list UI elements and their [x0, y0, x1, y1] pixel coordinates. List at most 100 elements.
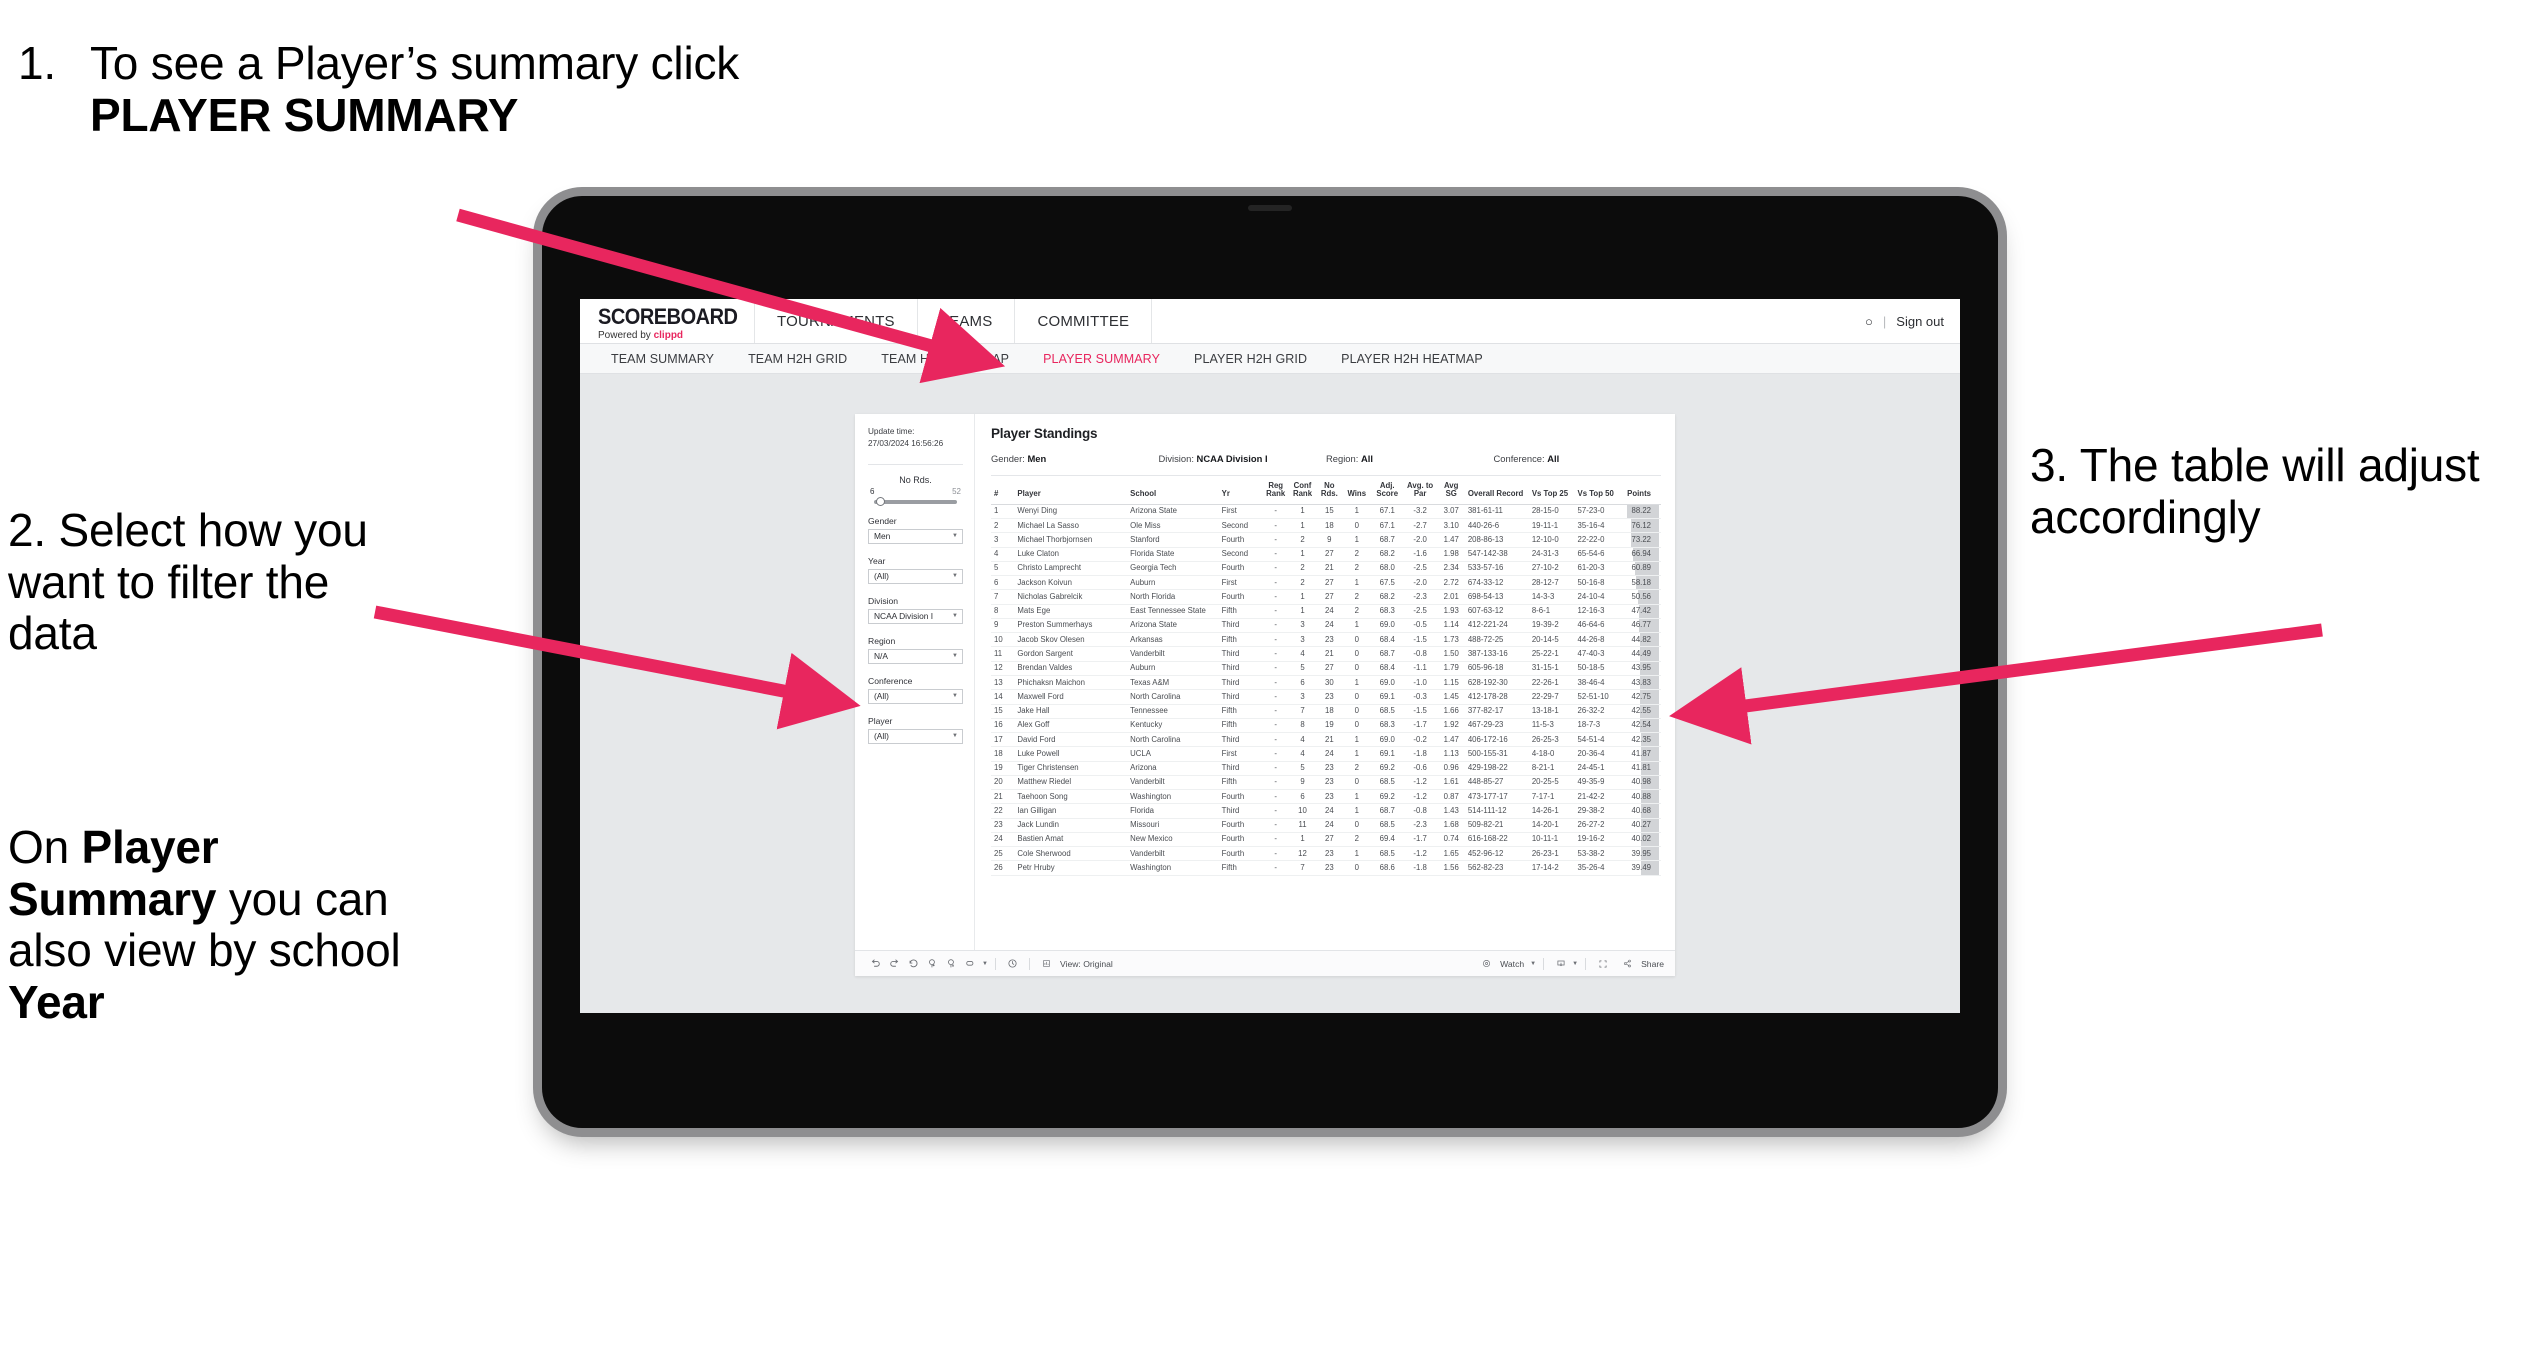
table-row[interactable]: 10 Jacob Skov Olesen Arkansas Fifth -3 23 0 68.…	[991, 632, 1661, 648]
cell-player: Michael La Sasso	[1015, 518, 1129, 534]
download-icon[interactable]	[1551, 959, 1570, 969]
tab-team-h2h-heatmap[interactable]: TEAM H2H HEATMAP	[864, 352, 1026, 366]
col-adj-score[interactable]: Adj. Score	[1370, 476, 1404, 505]
col-overall-rec[interactable]: Overall Record	[1465, 476, 1530, 505]
col-vs-top-50[interactable]: Vs Top 50	[1575, 476, 1622, 505]
gender-select[interactable]: Men ▼	[868, 528, 963, 544]
col-player[interactable]: Player	[1015, 476, 1129, 505]
header-row: # Player School Yr Reg Rank Conf Rank No…	[991, 476, 1661, 505]
table-row[interactable]: 6 Jackson Koivun Auburn First -2 27 1 67.5 -2.0 2…	[991, 575, 1661, 591]
table-row[interactable]: 24 Bastien Amat New Mexico Fourth -1 27 2 69.4-…	[991, 832, 1661, 848]
col-avg-to-par[interactable]: Avg. to Par	[1403, 476, 1437, 505]
cell-avg-to-par: -1.5	[1403, 632, 1437, 648]
player-select[interactable]: (All) ▼	[868, 728, 963, 744]
undo-icon[interactable]	[866, 958, 885, 969]
highlight-icon[interactable]	[961, 958, 980, 969]
chevron-down-icon[interactable]: ▼	[1572, 961, 1578, 967]
tab-team-summary[interactable]: TEAM SUMMARY	[594, 352, 731, 366]
table-row[interactable]: 15 Jake Hall Tennessee Fifth -7 18 0 68.5 -1.5 1.…	[991, 704, 1661, 719]
col-conf-rank[interactable]: Conf Rank	[1289, 476, 1316, 505]
col-wins[interactable]: Wins	[1342, 476, 1371, 505]
user-avatar-icon[interactable]: ○	[1865, 314, 1873, 329]
table-row[interactable]: 4 Luke Claton Florida State Second -1 27 2 68.2…	[991, 547, 1661, 562]
table-row[interactable]: 17 David Ford North Carolina Third -4 21 1 69.0…	[991, 732, 1661, 748]
cell-adj-score: 69.0	[1370, 732, 1404, 748]
cell-school: Florida	[1128, 803, 1220, 819]
revert-icon[interactable]	[904, 958, 923, 969]
watch-button[interactable]: Watch ▼	[1477, 959, 1536, 969]
slider-handle[interactable]	[876, 497, 885, 507]
app-logo[interactable]: SCOREBOARD Powered by clippd	[580, 299, 755, 343]
cell-rank: 12	[991, 661, 1016, 677]
division-select[interactable]: NCAA Division I ▼	[868, 608, 963, 624]
nav-teams[interactable]: TEAMS	[918, 299, 1016, 343]
cell-overall-record: 698-54-13	[1465, 589, 1530, 605]
cell-avg-sg: 3.07	[1436, 504, 1466, 520]
table-row[interactable]: 22 Ian Gilligan Florida Third -10 24 1 68.7 -0.8…	[991, 803, 1661, 819]
table-row[interactable]: 14 Maxwell Ford North Carolina Third -3 23 0 69…	[991, 689, 1661, 705]
table-row[interactable]: 9 Preston Summerhays Arizona State Third -3 2…	[991, 618, 1661, 634]
tab-team-h2h-grid[interactable]: TEAM H2H GRID	[731, 352, 864, 366]
table-row[interactable]: 3 Michael Thorbjornsen Stanford Fourth -2 9 1 6…	[991, 532, 1661, 548]
cell-reg-rank: -	[1262, 604, 1290, 619]
col-reg-rank[interactable]: Reg Rank	[1262, 476, 1290, 505]
cell-school: Arizona	[1128, 761, 1220, 776]
col-no-rds[interactable]: No Rds.	[1315, 476, 1343, 505]
chevron-down-icon[interactable]: ▼	[982, 961, 988, 967]
cell-points: 41.87	[1621, 746, 1661, 762]
cell-adj-score: 68.7	[1370, 646, 1404, 662]
table-row[interactable]: 11 Gordon Sargent Vanderbilt Third -4 21 0 68.7…	[991, 646, 1661, 662]
tab-player-summary[interactable]: PLAYER SUMMARY	[1026, 352, 1177, 366]
sign-out-link[interactable]: Sign out	[1896, 314, 1944, 329]
cell-points: 88.22	[1621, 504, 1661, 520]
view-original-button[interactable]: View: Original	[1037, 959, 1113, 969]
col-rank[interactable]: #	[991, 476, 1016, 505]
share-button[interactable]: Share	[1618, 959, 1664, 969]
table-row[interactable]: 12 Brendan Valdes Auburn Third -5 27 0 68.4 -1.1…	[991, 661, 1661, 677]
cell-player: Luke Powell	[1015, 746, 1129, 762]
region-select[interactable]: N/A ▼	[868, 648, 963, 664]
callout-1-text: To see a Player’s summary click	[90, 37, 740, 89]
nav-tournaments[interactable]: TOURNAMENTS	[755, 299, 918, 343]
cell-adj-score: 68.3	[1370, 604, 1404, 619]
year-select[interactable]: (All) ▼	[868, 568, 963, 584]
table-row[interactable]: 20 Matthew Riedel Vanderbilt Fifth -9 23 0 68.5…	[991, 775, 1661, 791]
col-school[interactable]: School	[1128, 476, 1220, 505]
standings-table-scroll[interactable]: # Player School Yr Reg Rank Conf Rank No…	[991, 476, 1661, 950]
nav-committee[interactable]: COMMITTEE	[1015, 299, 1153, 343]
cell-conf-rank: 1	[1289, 547, 1316, 562]
pause-auto-update-icon[interactable]	[923, 958, 942, 969]
cell-wins: 1	[1342, 575, 1371, 591]
table-row[interactable]: 1 Wenyi Ding Arizona State First -1 15 1 67.1 -3…	[991, 504, 1661, 520]
table-row[interactable]: 25 Cole Sherwood Vanderbilt Fourth -12 23 1 68.…	[991, 846, 1661, 862]
table-row[interactable]: 7 Nicholas Gabrelcik North Florida Fourth -1…	[991, 589, 1661, 605]
col-yr[interactable]: Yr	[1219, 476, 1263, 505]
table-row[interactable]: 2 Michael La Sasso Ole Miss Second -1 18 0 67.1…	[991, 518, 1661, 534]
refresh-icon[interactable]	[1003, 958, 1022, 969]
redo-icon[interactable]	[885, 958, 904, 969]
conference-select[interactable]: (All) ▼	[868, 688, 963, 704]
chevron-down-icon: ▼	[952, 613, 958, 620]
table-row[interactable]: 18 Luke Powell UCLA First -4 24 1 69.1 -1.8 1.13 5…	[991, 746, 1661, 762]
chevron-down-icon: ▼	[952, 693, 958, 700]
table-row[interactable]: 16 Alex Goff Kentucky Fifth -8 19 0 68.3 -1.7 1.9…	[991, 718, 1661, 734]
col-avg-sg[interactable]: Avg SG	[1436, 476, 1466, 505]
fullscreen-icon[interactable]	[1593, 959, 1612, 969]
table-row[interactable]: 21 Taehoon Song Washington Fourth -6 23 1 69.2-…	[991, 789, 1661, 805]
table-row[interactable]: 19 Tiger Christensen Arizona Third -5 23 2 69.2…	[991, 761, 1661, 776]
table-row[interactable]: 23 Jack Lundin Missouri Fourth -11 24 0 68.5 -2.…	[991, 818, 1661, 833]
table-row[interactable]: 26 Petr Hruby Washington Fifth -7 23 0 68.6 -1.8…	[991, 860, 1661, 876]
col-vs-top-25[interactable]: Vs Top 25	[1529, 476, 1576, 505]
no-rounds-slider[interactable]	[874, 497, 957, 507]
cell-rank: 22	[991, 803, 1016, 819]
table-row[interactable]: 13 Phichaksn Maichon Texas A&M Third -6 30 1 69…	[991, 675, 1661, 691]
resume-auto-update-icon[interactable]	[942, 958, 961, 969]
cell-overall-record: 509-82-21	[1465, 818, 1530, 833]
table-row[interactable]: 5 Christo Lamprecht Georgia Tech Fourth -2 21…	[991, 561, 1661, 577]
tab-player-h2h-heatmap[interactable]: PLAYER H2H HEATMAP	[1324, 352, 1500, 366]
tab-player-h2h-grid[interactable]: PLAYER H2H GRID	[1177, 352, 1324, 366]
table-row[interactable]: 8 Mats Ege East Tennessee State Fifth -1 24 2 6…	[991, 604, 1661, 619]
col-points[interactable]: Points	[1621, 476, 1661, 505]
cell-avg-sg: 1.61	[1436, 775, 1466, 791]
cell-overall-record: 467-29-23	[1465, 718, 1530, 734]
